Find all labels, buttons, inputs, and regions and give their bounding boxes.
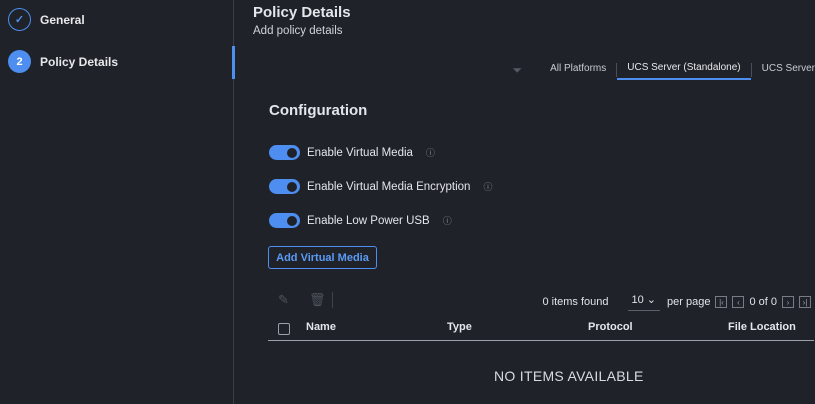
tab-ucs-server[interactable]: UCS Server (752, 61, 815, 79)
platform-tabs: ⏷ All Platforms UCS Server (Standalone) … (513, 60, 815, 80)
column-file-location[interactable]: File Location (728, 321, 796, 333)
pagination: 0 items found 10 ⌄ per page |‹ ‹ 0 of 0 … (542, 293, 811, 311)
toggle-switch[interactable] (269, 213, 300, 228)
edit-icon[interactable]: ✎ (278, 292, 289, 308)
toggle-virtual-media-encryption[interactable]: Enable Virtual Media Encryption ⓘ (269, 179, 492, 194)
page-title: Policy Details (253, 4, 351, 21)
step-general[interactable]: ✓ General (8, 8, 85, 31)
first-page-icon[interactable]: |‹ (715, 296, 728, 308)
info-icon[interactable]: ⓘ (443, 214, 452, 227)
page-size-select[interactable]: 10 ⌄ (627, 293, 661, 311)
items-found: 0 items found (542, 296, 609, 308)
toggle-switch[interactable] (269, 145, 300, 160)
toggle-switch[interactable] (269, 179, 300, 194)
check-icon: ✓ (8, 8, 31, 31)
per-page-label: per page (667, 296, 711, 308)
toggle-label: Enable Virtual Media (307, 146, 413, 159)
page-subtitle: Add policy details (253, 25, 343, 37)
filter-icon[interactable]: ⏷ (513, 63, 523, 78)
tab-ucs-server-standalone[interactable]: UCS Server (Standalone) (617, 60, 751, 80)
toggle-virtual-media[interactable]: Enable Virtual Media ⓘ (269, 145, 435, 160)
next-page-icon[interactable]: › (782, 296, 794, 308)
section-title: Configuration (269, 102, 368, 119)
page-size-value: 10 (631, 294, 644, 306)
toggle-low-power-usb[interactable]: Enable Low Power USB ⓘ (269, 213, 452, 228)
page-info: 0 of 0 (749, 296, 777, 308)
column-name[interactable]: Name (306, 321, 336, 333)
divider (332, 292, 333, 308)
info-icon[interactable]: ⓘ (426, 146, 435, 159)
add-virtual-media-button[interactable]: Add Virtual Media (268, 246, 377, 269)
delete-icon[interactable]: 🗑 (309, 292, 326, 308)
empty-state: NO ITEMS AVAILABLE (494, 368, 644, 384)
step-number: 2 (8, 50, 31, 73)
main-content: Policy Details Add policy details ⏷ All … (235, 0, 815, 404)
column-type[interactable]: Type (447, 321, 472, 333)
prev-page-icon[interactable]: ‹ (732, 296, 745, 308)
toggle-label: Enable Low Power USB (307, 214, 430, 227)
select-all-checkbox[interactable] (278, 323, 290, 335)
info-icon[interactable]: ⓘ (483, 180, 492, 193)
wizard-sidebar: ✓ General 2 Policy Details (0, 0, 234, 404)
last-page-icon[interactable]: ›| (799, 296, 811, 308)
table-header: Name Type Protocol File Location (268, 318, 814, 341)
step-policy-details[interactable]: 2 Policy Details (8, 50, 118, 73)
column-protocol[interactable]: Protocol (588, 321, 633, 333)
toggle-label: Enable Virtual Media Encryption (307, 180, 471, 193)
tab-all-platforms[interactable]: All Platforms (540, 61, 616, 79)
step-label: General (40, 12, 85, 27)
step-label: Policy Details (40, 54, 119, 69)
